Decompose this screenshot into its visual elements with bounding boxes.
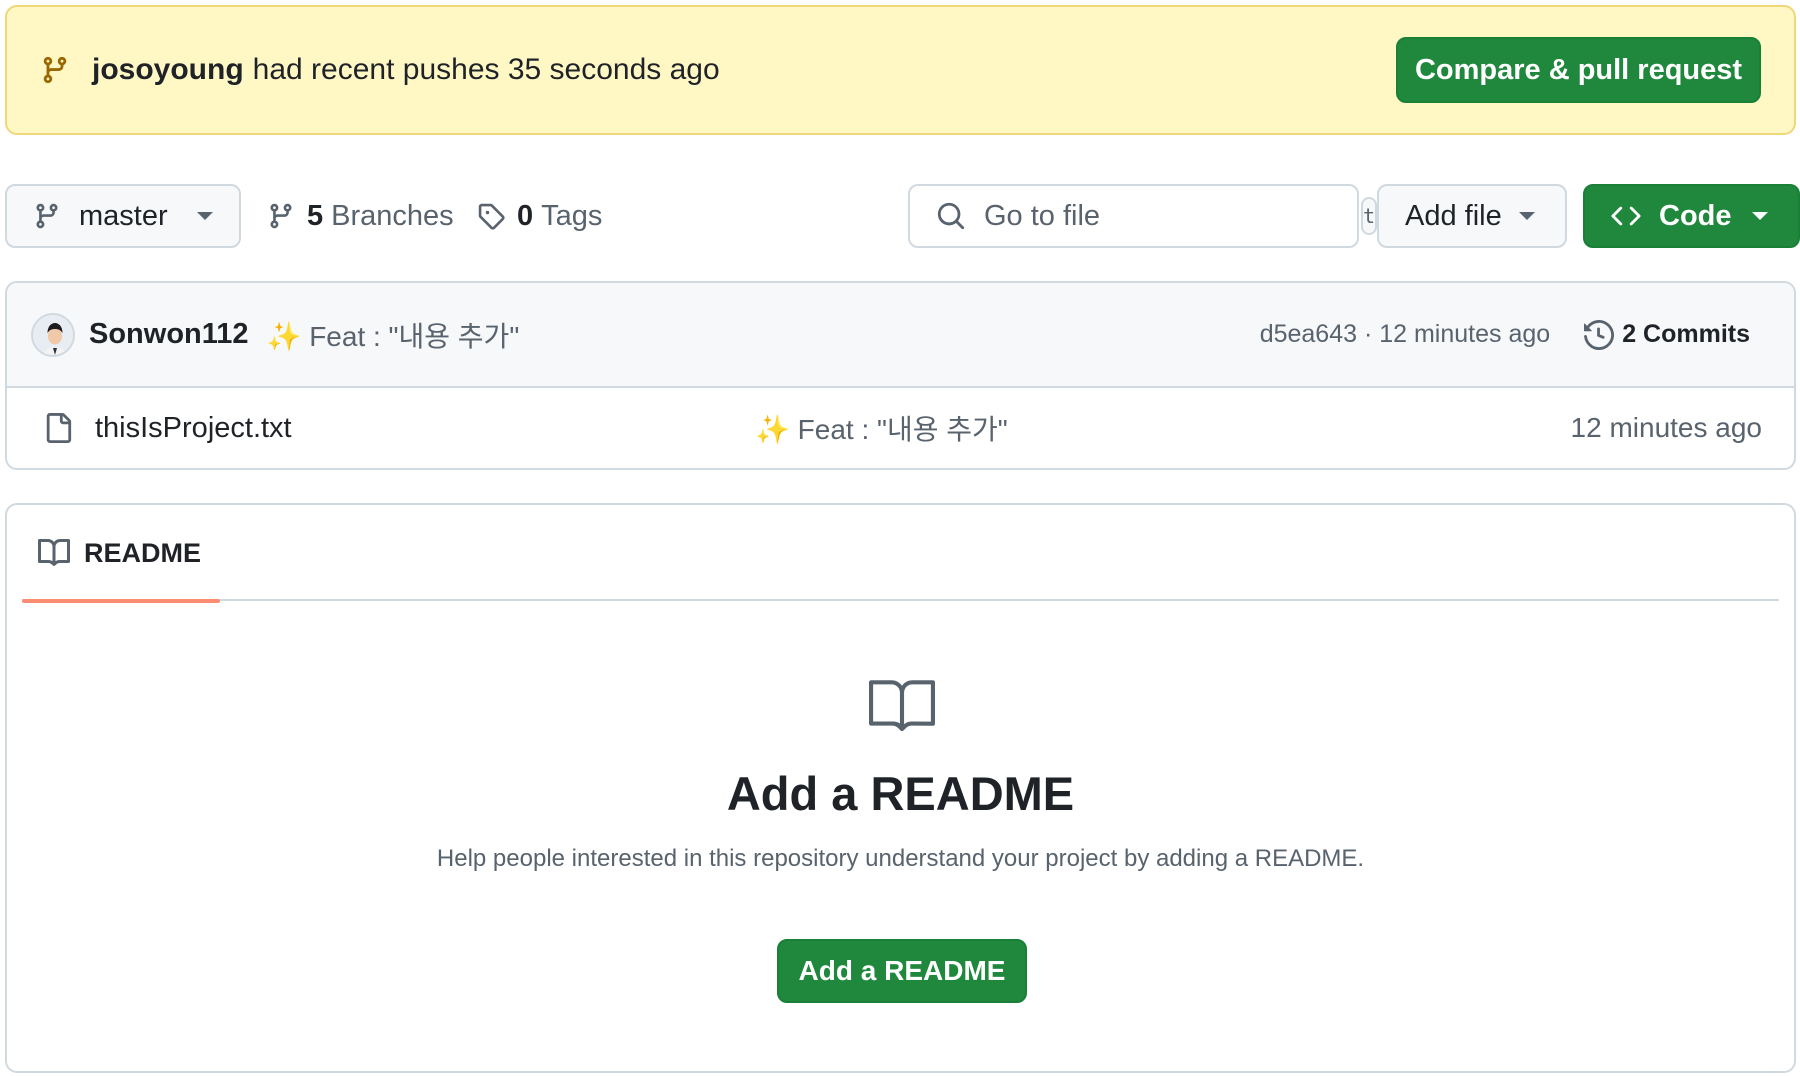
commits-history-link[interactable]: 2 Commits [1584, 319, 1750, 350]
branch-name: master [79, 199, 168, 232]
file-commit-message[interactable]: ✨ Feat : "내용 추가" [755, 408, 1008, 448]
readme-tab-bar: README [22, 505, 1779, 603]
branch-selector[interactable]: master [5, 184, 241, 248]
avatar[interactable] [31, 312, 75, 357]
file-icon [43, 413, 73, 443]
commits-count-label: 2 Commits [1622, 320, 1750, 348]
commit-hash-time[interactable]: d5ea643 · 12 minutes ago [1260, 320, 1551, 349]
tab-readme[interactable]: README [22, 505, 220, 603]
readme-panel: README Add a README Help people interest… [5, 503, 1796, 1073]
branches-count: 5 [307, 199, 324, 232]
push-message: had recent pushes 35 seconds ago [252, 53, 720, 86]
code-label: Code [1659, 199, 1732, 232]
active-tab-indicator [22, 599, 220, 603]
book-icon [869, 672, 935, 738]
branches-link[interactable]: 5 Branches [267, 184, 454, 248]
readme-empty-title: Add a README [726, 767, 1075, 820]
add-readme-button[interactable]: Add a README [777, 939, 1027, 1003]
commit-message[interactable]: ✨ Feat : "내용 추가" [267, 315, 1260, 355]
readme-empty-description: Help people interested in this repositor… [436, 845, 1365, 872]
repo-toolbar: master 5 Branches 0 Tags t Add file [5, 184, 1800, 248]
search-icon [936, 201, 966, 231]
book-icon [38, 537, 70, 569]
code-icon [1611, 201, 1641, 231]
chevron-down-icon [197, 212, 213, 220]
repository-page: josoyoung had recent pushes 35 seconds ag… [0, 0, 1800, 1076]
git-branch-icon [40, 55, 70, 85]
push-author[interactable]: josoyoung [92, 53, 244, 86]
file-table: Sonwon112 ✨ Feat : "내용 추가" d5ea643 · 12 … [5, 281, 1796, 470]
go-to-file-search[interactable]: t [908, 184, 1378, 248]
tag-icon [477, 202, 505, 230]
tags-link[interactable]: 0 Tags [477, 184, 602, 248]
compare-pull-request-button[interactable]: Compare & pull request [1396, 37, 1761, 103]
git-branch-icon [267, 202, 295, 230]
file-commit-time: 12 minutes ago [1570, 412, 1762, 443]
file-name-link[interactable]: thisIsProject.txt [95, 412, 292, 445]
readme-tab-label: README [84, 537, 202, 568]
go-to-file-input[interactable] [984, 199, 1361, 233]
code-button[interactable]: Code [1583, 184, 1800, 248]
add-file-label: Add file [1405, 199, 1502, 232]
tags-count: 0 [517, 199, 534, 232]
recent-pushes-banner: josoyoung had recent pushes 35 seconds ag… [5, 5, 1796, 135]
history-icon [1584, 319, 1615, 350]
commit-author[interactable]: Sonwon112 [89, 318, 249, 351]
chevron-down-icon [1752, 212, 1768, 220]
add-file-button[interactable]: Add file [1377, 184, 1567, 248]
branches-label: Branches [331, 199, 454, 232]
banner-message: josoyoung had recent pushes 35 seconds ag… [92, 53, 1396, 87]
table-row: thisIsProject.txt ✨ Feat : "내용 추가" 12 mi… [7, 388, 1794, 468]
git-branch-icon [33, 202, 61, 230]
tags-label: Tags [541, 199, 603, 232]
keyboard-shortcut-hint: t [1361, 197, 1378, 235]
latest-commit-bar: Sonwon112 ✨ Feat : "내용 추가" d5ea643 · 12 … [7, 283, 1794, 388]
chevron-down-icon [1519, 212, 1535, 220]
